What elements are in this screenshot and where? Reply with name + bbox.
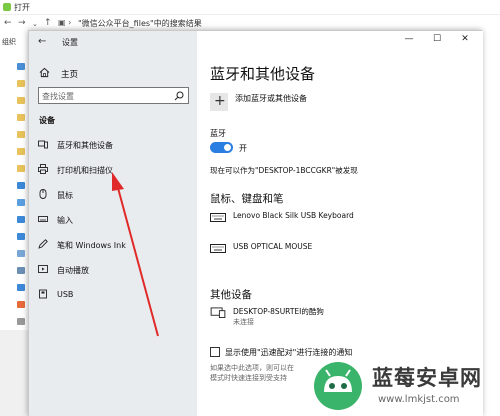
autoplay-icon bbox=[38, 265, 48, 273]
sidebar-item-printers[interactable]: 打印机和扫描仪 bbox=[33, 160, 191, 180]
back-arrow-icon[interactable]: ← bbox=[38, 36, 46, 47]
sidebar-item-label: 主页 bbox=[61, 70, 79, 80]
settings-sidebar: ← 设置 主页 设备 蓝牙和其他设备 bbox=[29, 31, 197, 416]
keyboard-icon bbox=[210, 213, 226, 222]
toggle-knob bbox=[224, 144, 231, 151]
site-watermark: 蓝莓安卓网 www.lmkjst.com bbox=[312, 356, 500, 416]
objects-icon[interactable] bbox=[17, 216, 25, 223]
device-mouse[interactable]: USB OPTICAL MOUSE bbox=[210, 242, 480, 264]
window-controls: — ☐ ✕ bbox=[393, 31, 483, 51]
sidebar-item-bluetooth[interactable]: 蓝牙和其他设备 bbox=[33, 135, 191, 155]
open-dialog-title: 打开 bbox=[14, 3, 30, 12]
device-name: Lenovo Black Silk USB Keyboard bbox=[233, 211, 354, 220]
sidebar-item-usb[interactable]: USB bbox=[33, 285, 191, 305]
bluetooth-devices-icon bbox=[38, 140, 48, 149]
folder-path-icon: ▣ › bbox=[58, 18, 72, 27]
desktop-icon[interactable] bbox=[17, 318, 25, 325]
device-status: 未连接 bbox=[233, 318, 254, 326]
discoverable-text: 现在可以作为"DESKTOP-1BCCGKR"被发现 bbox=[210, 166, 358, 175]
folder-icon[interactable] bbox=[17, 148, 25, 155]
dropdown-icon[interactable]: ⌄ bbox=[32, 20, 38, 28]
printer-icon bbox=[38, 164, 48, 174]
maximize-button[interactable]: ☐ bbox=[427, 34, 447, 48]
videos-icon[interactable] bbox=[17, 233, 25, 240]
add-device-label[interactable]: 添加蓝牙或其他设备 bbox=[235, 93, 307, 104]
folder-icon[interactable] bbox=[17, 131, 25, 138]
music-icon[interactable] bbox=[17, 301, 25, 308]
other-devices-heading: 其他设备 bbox=[210, 289, 252, 301]
watermark-title: 蓝莓安卓网 bbox=[372, 366, 482, 390]
home-icon bbox=[39, 67, 50, 78]
app-icon bbox=[3, 3, 11, 11]
sidebar-item-mouse[interactable]: 鼠标 bbox=[33, 185, 191, 205]
usb-icon bbox=[39, 289, 47, 299]
pictures-icon[interactable] bbox=[17, 250, 25, 257]
sidebar-item-label: 鼠标 bbox=[57, 191, 73, 200]
add-device-button[interactable]: + bbox=[210, 93, 228, 111]
folder-icon[interactable] bbox=[17, 97, 25, 104]
back-nav-icon[interactable]: ← bbox=[4, 18, 12, 28]
sidebar-item-label: USB bbox=[57, 290, 74, 299]
sidebar-item-autoplay[interactable]: 自动播放 bbox=[33, 260, 191, 280]
bluetooth-heading: 蓝牙 bbox=[210, 129, 226, 138]
keyboard-icon bbox=[38, 216, 48, 222]
search-input[interactable] bbox=[42, 90, 170, 102]
folder-icon[interactable] bbox=[17, 165, 25, 172]
sidebar-item-label: 打印机和扫描仪 bbox=[57, 166, 113, 175]
forward-nav-icon[interactable]: → bbox=[18, 18, 26, 28]
sidebar-item-label: 蓝牙和其他设备 bbox=[57, 141, 113, 150]
mouse-keyboard-pen-heading: 鼠标、键盘和笔 bbox=[210, 193, 284, 205]
this-pc-icon[interactable] bbox=[17, 199, 25, 206]
settings-search-box[interactable] bbox=[38, 87, 189, 104]
open-dialog-footer bbox=[0, 330, 28, 416]
address-path[interactable]: "微信公众平台_files"中的搜索结果 bbox=[78, 18, 202, 29]
sidebar-item-home[interactable]: 主页 bbox=[35, 65, 191, 83]
watermark-url: www.lmkjst.com bbox=[378, 394, 460, 405]
swift-pair-desc-line: 模式时快速连接到受支持 bbox=[210, 374, 287, 382]
onedrive-icon[interactable] bbox=[17, 182, 25, 189]
swift-pair-checkbox[interactable] bbox=[210, 347, 220, 357]
close-button[interactable]: ✕ bbox=[455, 34, 475, 48]
organize-menu[interactable]: 组织 bbox=[2, 37, 16, 47]
quick-access-icon[interactable] bbox=[17, 63, 25, 70]
sidebar-item-pen[interactable]: 笔和 Windows Ink bbox=[33, 235, 191, 255]
sidebar-item-typing[interactable]: 输入 bbox=[33, 210, 191, 230]
devices-section-label: 设备 bbox=[39, 116, 55, 125]
android-mascot-logo bbox=[314, 362, 362, 410]
bluetooth-state: 开 bbox=[239, 144, 247, 153]
device-other[interactable]: DESKTOP-8SURTEI的酷狗 未连接 bbox=[210, 306, 480, 328]
settings-title: 设置 bbox=[62, 38, 78, 47]
folder-icon[interactable] bbox=[17, 80, 25, 87]
downloads-icon[interactable] bbox=[17, 284, 25, 291]
open-dialog-titlebar: 打开 bbox=[0, 0, 500, 15]
up-nav-icon[interactable]: ↑ bbox=[44, 18, 52, 28]
sidebar-item-label: 笔和 Windows Ink bbox=[57, 241, 126, 250]
minimize-button[interactable]: — bbox=[399, 34, 419, 48]
device-name: DESKTOP-8SURTEI的酷狗 bbox=[233, 307, 324, 316]
folder-icon[interactable] bbox=[17, 114, 25, 121]
computer-device-icon bbox=[210, 307, 226, 318]
search-icon[interactable] bbox=[174, 91, 184, 101]
keyboard-icon bbox=[210, 244, 226, 253]
documents-icon[interactable] bbox=[17, 267, 25, 274]
plus-icon: + bbox=[214, 93, 226, 109]
pen-icon bbox=[38, 239, 48, 249]
bluetooth-toggle[interactable] bbox=[210, 142, 233, 153]
sidebar-item-label: 自动播放 bbox=[57, 266, 89, 275]
mouse-icon bbox=[39, 189, 47, 199]
device-keyboard[interactable]: Lenovo Black Silk USB Keyboard bbox=[210, 211, 480, 233]
sidebar-item-label: 输入 bbox=[57, 216, 73, 225]
device-name: USB OPTICAL MOUSE bbox=[233, 242, 313, 251]
page-title: 蓝牙和其他设备 bbox=[210, 65, 316, 83]
swift-pair-desc-line: 如果选中此选项，则可以在 bbox=[210, 364, 294, 372]
